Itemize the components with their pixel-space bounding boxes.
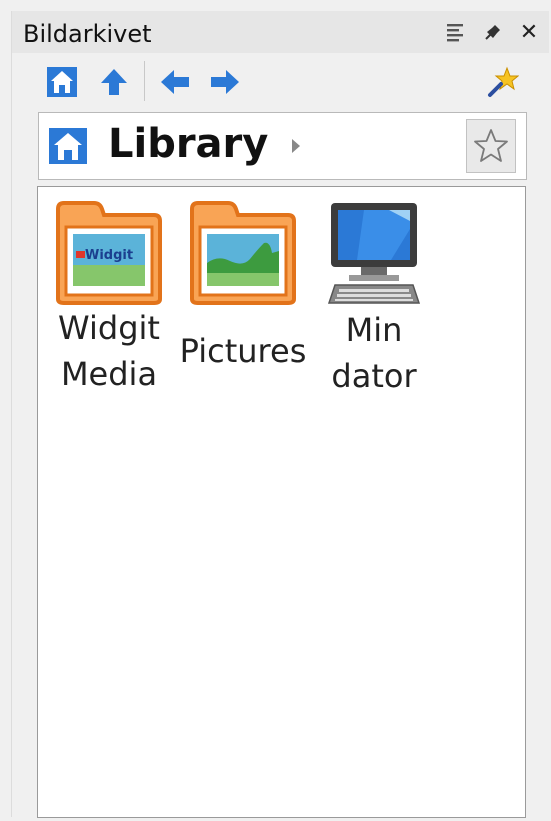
address-bar: Library <box>38 112 527 180</box>
breadcrumb-arrow-icon[interactable] <box>291 138 301 159</box>
library-content: Widgit Widgit Media Pictures Min dator <box>37 186 526 818</box>
star-outline-icon <box>474 129 508 162</box>
item-label: Min dator <box>331 311 417 395</box>
svg-text:Widgit: Widgit <box>85 248 133 263</box>
list-item-pictures[interactable]: Pictures <box>178 201 308 374</box>
list-item-widgit-media[interactable]: Widgit Widgit Media <box>44 201 174 397</box>
toolbar-separator <box>144 61 145 101</box>
pin-icon[interactable] <box>480 19 506 45</box>
library-home-icon[interactable] <box>49 128 87 164</box>
panel-title: Bildarkivet <box>23 20 152 48</box>
image-archive-panel: Bildarkivet ✕ Library Widgit Widgit Medi… <box>11 11 549 818</box>
up-arrow-icon[interactable] <box>97 65 131 99</box>
favorites-star-icon[interactable] <box>486 65 520 99</box>
add-favorite-button[interactable] <box>466 119 516 173</box>
item-label: Widgit Media <box>58 309 160 393</box>
navigation-toolbar <box>12 57 549 107</box>
back-arrow-icon[interactable] <box>158 65 192 99</box>
breadcrumb-library[interactable]: Library <box>108 121 268 167</box>
list-item-min-dator[interactable]: Min dator <box>309 201 439 399</box>
panel-titlebar: Bildarkivet ✕ <box>12 11 549 53</box>
close-icon[interactable]: ✕ <box>516 19 542 45</box>
home-icon[interactable] <box>45 65 79 99</box>
forward-arrow-icon[interactable] <box>208 65 242 99</box>
item-label: Pictures <box>179 332 307 370</box>
menu-icon[interactable] <box>442 19 468 45</box>
folder-widgit-icon: Widgit <box>56 201 162 305</box>
folder-pictures-icon <box>190 201 296 305</box>
computer-icon <box>327 203 421 304</box>
